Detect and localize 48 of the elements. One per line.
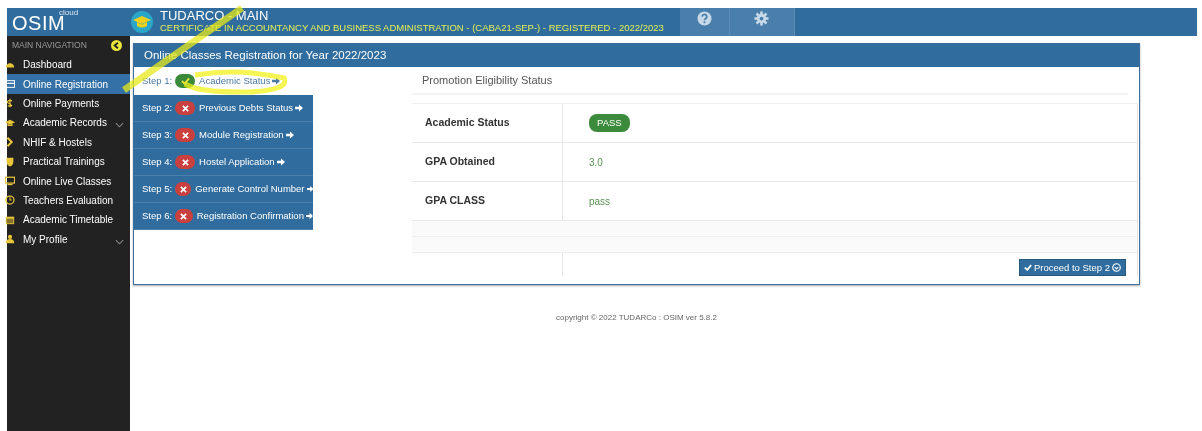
sidebar-item[interactable]: Online Registration: [7, 74, 130, 94]
section-title: Promotion Eligibility Status: [412, 72, 1128, 95]
table-cell: GPA CLASS: [412, 182, 563, 220]
arrow-right-icon: [272, 77, 281, 85]
arrow-right-icon: [295, 104, 304, 112]
arrow-right-icon: [305, 212, 313, 220]
settings-icon: [754, 11, 770, 26]
sidebar-item[interactable]: Teachers Evaluation: [7, 190, 130, 211]
step-tab[interactable]: Step 4: Hostel Application: [134, 149, 313, 176]
chevron-circle-icon: [1112, 263, 1121, 272]
help-button[interactable]: [679, 8, 730, 36]
step-tab[interactable]: Step 6: Registration Confirmation: [134, 203, 313, 230]
copyright-text: copyright © 2022 TUDARCo : OSIM ver 5.8.2: [555, 312, 718, 324]
step-tab[interactable]: Step 3: Module Registration: [134, 122, 313, 149]
arrow-right-icon: [306, 185, 313, 193]
sidebar-heading: MAIN NAVIGATION: [12, 39, 87, 52]
graduation-cap-icon: [130, 10, 154, 34]
step-tab[interactable]: Step 2: Previous Debts Status: [134, 95, 313, 122]
arrow-right-icon: [276, 158, 285, 166]
table-cell: GPA Obtained: [412, 143, 563, 181]
sidebar-item[interactable]: Dashboard: [7, 55, 130, 75]
shield-icon: [5, 156, 15, 167]
table-cell-text: 3.0: [589, 155, 603, 170]
table-cell-text: pass: [589, 194, 611, 209]
sidebar-item[interactable]: NHIF & Hostels: [7, 132, 130, 152]
arrow-right-icon: [285, 131, 294, 139]
check-icon: [1023, 264, 1032, 271]
proceed-button[interactable]: Proceed to Step 2: [1018, 259, 1126, 276]
status-badge: PASS: [589, 113, 630, 133]
step-tab[interactable]: Step 5: Generate Control Number: [134, 176, 313, 203]
sidebar-item[interactable]: Practical Trainings: [7, 151, 130, 172]
user-icon: [5, 234, 15, 245]
sidebar-item[interactable]: My Profile: [7, 229, 130, 249]
monitor-icon: [5, 176, 15, 187]
app-title: TUDARCO - MAIN: [160, 9, 270, 22]
settings-button[interactable]: [729, 8, 795, 36]
help-icon: [696, 11, 712, 26]
sidebar-item[interactable]: Academic Timetable: [7, 210, 130, 230]
dollar-icon: [5, 98, 15, 109]
graduation-cap-icon: [5, 117, 15, 128]
collapse-icon[interactable]: [111, 40, 122, 51]
clock-icon: [5, 195, 15, 206]
sidebar-item[interactable]: Online Live Classes: [7, 171, 130, 191]
card-icon: [5, 79, 15, 90]
sidebar-item[interactable]: Academic Records: [7, 113, 130, 133]
sidebar-item[interactable]: Online Payments: [7, 93, 130, 114]
chevron-right-icon: [5, 137, 15, 148]
table-cell: Academic Status: [412, 104, 563, 142]
